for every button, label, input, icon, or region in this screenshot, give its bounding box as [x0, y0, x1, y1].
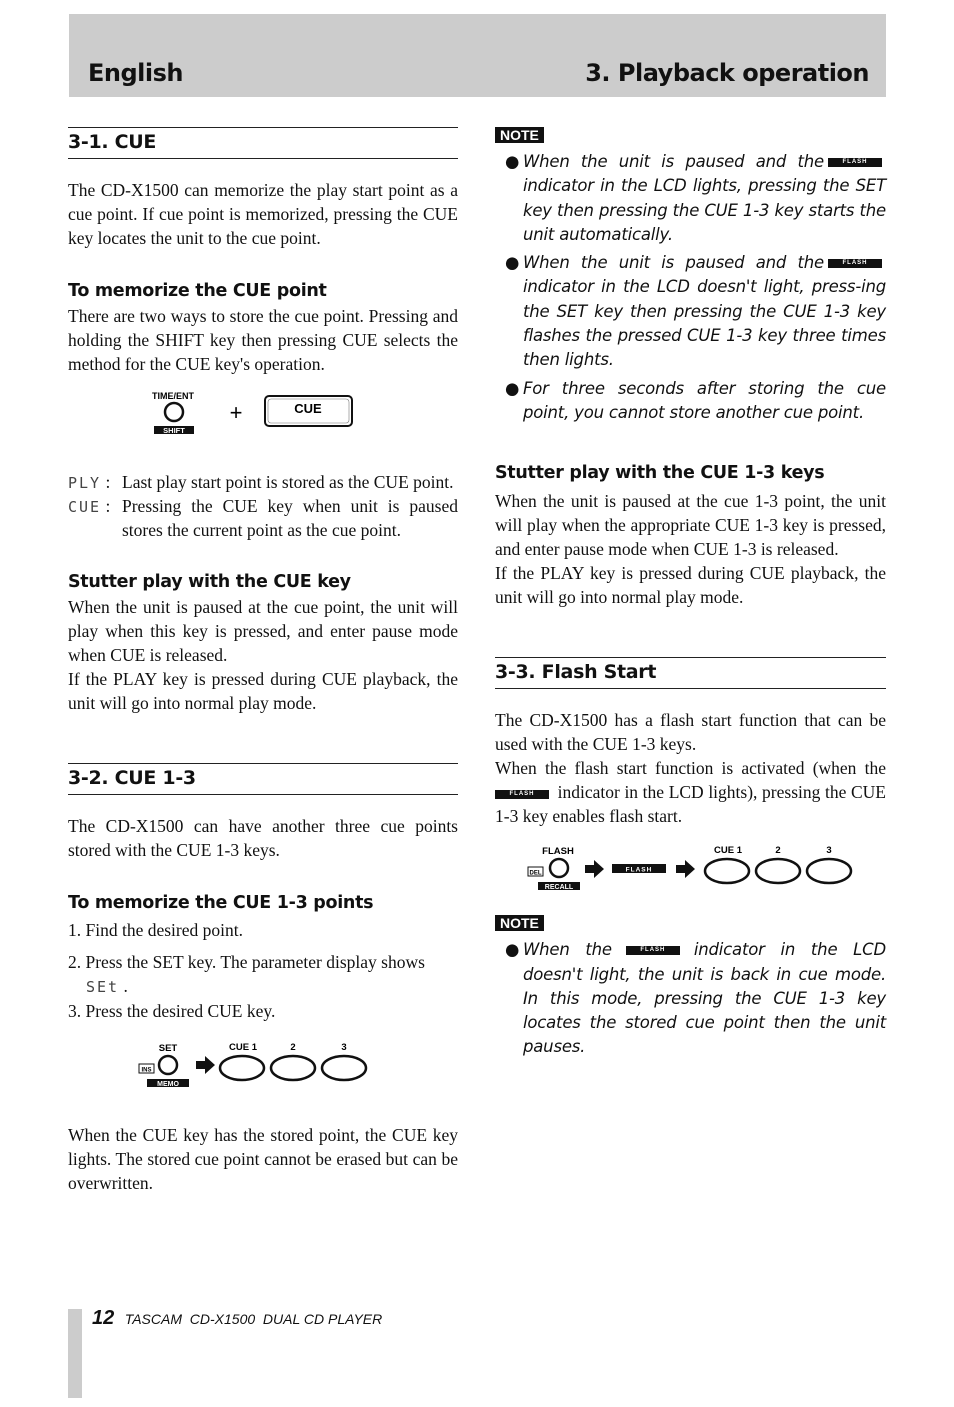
subsection-stutter-cue: Stutter play with the CUE key	[68, 572, 351, 592]
step-3: 3. Press the desired CUE key.	[68, 1001, 276, 1021]
set-cue-diagram: SET INS MEMO CUE 1 2 3	[68, 1041, 458, 1121]
product-title: TASCAM CD-X1500 DUAL CD PLAYER	[124, 1311, 383, 1327]
flash-indicator-icon: FLASH	[828, 259, 882, 269]
cue2-button-icon	[754, 858, 802, 885]
stutter-cue-text: When the unit is paused at the cue point…	[68, 597, 458, 665]
flash-text: When the flash start function is activat…	[495, 758, 886, 827]
cue1-label: CUE 1	[229, 1042, 258, 1053]
section-title-cue-1-3: 3-2. CUE 1-3	[68, 763, 458, 795]
ins-label: INS	[141, 1068, 151, 1074]
page-footer: 12 TASCAM CD-X1500 DUAL CD PLAYER	[92, 1307, 382, 1330]
subsection-memorize-cue: To memorize the CUE point	[68, 281, 327, 301]
flash-indicator-icon: FLASH	[828, 158, 882, 167]
recall-label: RECALL	[545, 884, 574, 891]
plus-sign: +	[230, 400, 243, 425]
cue3-button-icon	[320, 1054, 368, 1082]
page-header: English 3. Playback operation	[69, 14, 886, 97]
language-label: English	[88, 59, 183, 87]
note-item: ● When the unit is paused and the FLASHin…	[505, 152, 886, 244]
bullet-icon: ●	[505, 378, 520, 398]
cue2-button-icon	[269, 1054, 317, 1082]
right-column: NOTE ● When the unit is paused and the FL…	[495, 127, 886, 1060]
stutter-cue13-text: When the unit is paused at the cue 1-3 p…	[495, 491, 886, 560]
lcd-cue: CUE	[68, 498, 102, 516]
definition-cue: CUE : Pressing the CUE key when unit is …	[68, 496, 458, 540]
step-1: 1. Find the desired point.	[68, 920, 243, 940]
memorize-cue-text: There are two ways to store the cue poin…	[68, 306, 458, 374]
cue2-label: 2	[775, 845, 780, 856]
note-label: NOTE	[495, 915, 544, 932]
stutter-cue-text-2: If the PLAY key is pressed during CUE pl…	[68, 669, 458, 713]
flash-indicator-icon: FLASH	[625, 946, 680, 956]
chapter-title: 3. Playback operation	[585, 59, 869, 87]
bullet-icon: ●	[505, 152, 520, 171]
lcd-ply: PLY	[68, 474, 102, 492]
shift-cue-diagram: TIME/ENT SHIFT + CUE	[68, 390, 458, 470]
bullet-icon: ●	[505, 253, 520, 273]
arrow-right-icon	[585, 860, 604, 879]
memorize-steps: 1. Find the desired point. 2. Press the …	[68, 918, 458, 1023]
cue3-label: 3	[341, 1042, 346, 1053]
flash-label: FLASH	[542, 846, 574, 857]
flash-intro: The CD-X1500 has a flash start function …	[495, 710, 886, 755]
flash-start-diagram: FLASH DEL RECALL FLASH CUE 1 2 3	[495, 842, 886, 912]
del-label: DEL	[530, 871, 542, 877]
note-label: NOTE	[495, 127, 544, 143]
memo-label: MEMO	[157, 1081, 179, 1088]
cue1-label: CUE 1	[714, 845, 743, 856]
time-ent-button-icon	[163, 401, 185, 423]
cue13-intro: The CD-X1500 can have another three cue …	[68, 816, 458, 860]
left-column: 3-1. CUE The CD-X1500 can memorize the p…	[68, 127, 458, 1195]
flash-indicator-label: FLASH	[626, 867, 653, 874]
lcd-set: SEt	[86, 978, 120, 996]
subsection-stutter-cue13: Stutter play with the CUE 1-3 keys	[495, 463, 825, 484]
cue-mode-definitions: PLY : Last play start point is stored as…	[68, 470, 458, 542]
note-list: ● When the FLASH indicator in the LCD does…	[495, 938, 886, 1059]
cue1-button-icon	[218, 1054, 266, 1082]
cue-intro: The CD-X1500 can memorize the play start…	[68, 180, 458, 248]
cue3-button-icon	[805, 858, 853, 885]
arrow-right-icon	[676, 860, 695, 879]
note-list: ● When the unit is paused and the FLASHin…	[495, 150, 886, 425]
definition-cue-text: Pressing the CUE key when unit is paused…	[122, 496, 458, 540]
section-title-flash-start: 3-3. Flash Start	[495, 657, 886, 690]
note-item: ● When the FLASH indicator in the LCD does…	[505, 940, 887, 1057]
flash-button-icon	[548, 858, 570, 879]
note-item: ● When the unit is paused and the FLASHin…	[505, 253, 886, 370]
subsection-memorize-cue13: To memorize the CUE 1-3 points	[68, 893, 374, 913]
cue3-label: 3	[826, 845, 831, 856]
set-label: SET	[159, 1043, 178, 1054]
cue1-button-icon	[703, 858, 751, 885]
note-item: ● For three seconds after storing the cu…	[505, 378, 886, 422]
stutter-cue13-text-2: If the PLAY key is pressed during CUE pl…	[495, 563, 886, 608]
definition-ply: PLY : Last play start point is stored as…	[68, 472, 454, 492]
bullet-icon: ●	[505, 940, 520, 960]
definition-ply-text: Last play start point is stored as the C…	[122, 472, 454, 492]
cue-key-label: CUE	[294, 401, 322, 416]
flash-indicator-icon: FLASH	[495, 789, 549, 799]
page-number: 12	[92, 1307, 115, 1329]
step-2: 2. Press the SET key. The parameter disp…	[68, 952, 425, 996]
cue13-outro: When the CUE key has the stored point, t…	[68, 1125, 458, 1193]
footer-bar	[68, 1309, 82, 1398]
arrow-right-icon	[196, 1056, 215, 1074]
shift-label: SHIFT	[163, 426, 185, 435]
set-button-icon	[157, 1054, 179, 1076]
section-title-cue: 3-1. CUE	[68, 127, 458, 159]
cue2-label: 2	[290, 1042, 295, 1053]
time-ent-label: TIME/ENT	[152, 391, 195, 401]
